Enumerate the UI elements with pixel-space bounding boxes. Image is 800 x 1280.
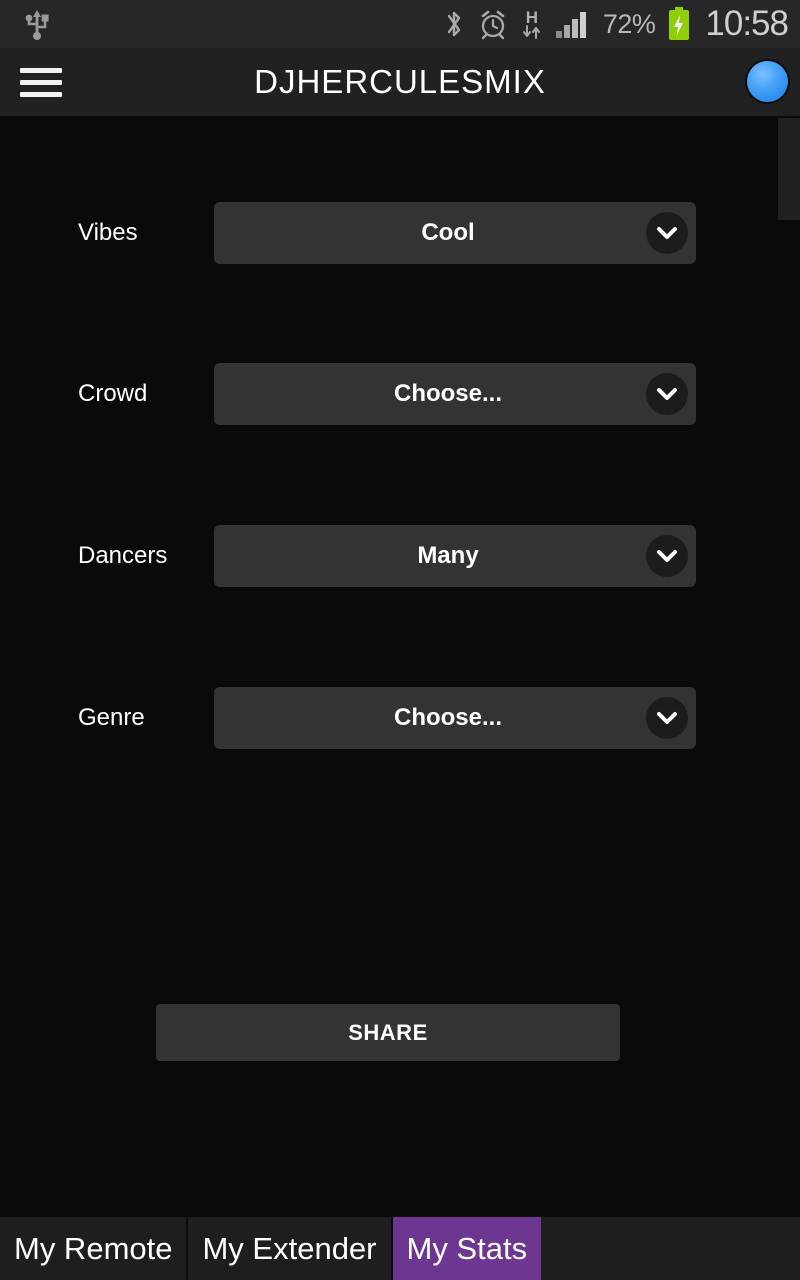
signal-bars-icon	[555, 9, 591, 39]
hamburger-bar	[20, 67, 62, 73]
status-bar-left	[0, 7, 52, 41]
status-bar-clock: 10:58	[705, 4, 789, 43]
chevron-down-icon[interactable]	[646, 697, 688, 739]
bottom-tab-bar: My Remote My Extender My Stats	[0, 1217, 800, 1280]
dropdown-value-genre: Choose...	[393, 704, 502, 731]
tab-my-remote[interactable]: My Remote	[0, 1217, 189, 1280]
app-screen: H 72% 10:58 DJHERCULESMIX Vibes Cool Cro…	[0, 0, 800, 1280]
share-button[interactable]: SHARE	[156, 1004, 620, 1061]
tab-my-extender[interactable]: My Extender	[188, 1217, 393, 1280]
form-row-dancers: Dancers Many	[0, 525, 780, 587]
tab-label: My Remote	[14, 1230, 173, 1266]
form-label-crowd: Crowd	[78, 380, 148, 407]
chevron-down-icon[interactable]	[646, 212, 688, 254]
scrollbar-thumb[interactable]	[778, 118, 800, 220]
dropdown-value-vibes: Cool	[421, 219, 475, 246]
form-label-vibes: Vibes	[78, 219, 138, 246]
network-type-label: H	[525, 8, 538, 27]
form-label-genre: Genre	[78, 704, 145, 731]
alarm-clock-icon	[477, 8, 509, 40]
chevron-down-icon[interactable]	[646, 535, 688, 577]
dropdown-value-crowd: Choose...	[393, 380, 502, 407]
status-bar: H 72% 10:58	[0, 0, 800, 48]
title-bar: DJHERCULESMIX	[0, 48, 800, 116]
data-transfer-arrows-icon	[521, 25, 543, 39]
battery-percent-label: 72%	[602, 8, 656, 39]
hamburger-menu-icon[interactable]	[10, 67, 72, 97]
hamburger-bar	[20, 91, 62, 97]
form-row-vibes: Vibes Cool	[0, 202, 780, 264]
form-row-genre: Genre Choose...	[0, 687, 780, 749]
dropdown-value-dancers: Many	[417, 542, 479, 569]
dropdown-genre[interactable]: Choose...	[214, 687, 696, 749]
page-title: DJHERCULESMIX	[254, 63, 546, 100]
user-avatar-icon[interactable]	[747, 61, 788, 102]
hamburger-bar	[20, 79, 62, 85]
tab-bar-filler	[541, 1217, 800, 1280]
dropdown-dancers[interactable]: Many	[214, 525, 696, 587]
tab-label: My Stats	[406, 1230, 528, 1266]
share-button-label: SHARE	[348, 1019, 428, 1045]
network-type-indicator: H	[521, 9, 543, 39]
tab-my-stats[interactable]: My Stats	[392, 1217, 542, 1280]
form-label-dancers: Dancers	[78, 542, 168, 569]
usb-icon	[22, 7, 52, 41]
bluetooth-icon	[443, 8, 465, 40]
main-content: Vibes Cool Crowd Choose... Dancers Many …	[0, 116, 800, 1217]
dropdown-vibes[interactable]: Cool	[214, 202, 696, 264]
chevron-down-icon[interactable]	[646, 373, 688, 415]
tab-label: My Extender	[202, 1230, 377, 1266]
status-bar-right: H 72% 10:58	[443, 4, 800, 44]
dropdown-crowd[interactable]: Choose...	[214, 363, 696, 425]
battery-charging-icon	[667, 6, 691, 42]
vertical-scrollbar[interactable]	[778, 116, 800, 1217]
form-row-crowd: Crowd Choose...	[0, 363, 780, 425]
